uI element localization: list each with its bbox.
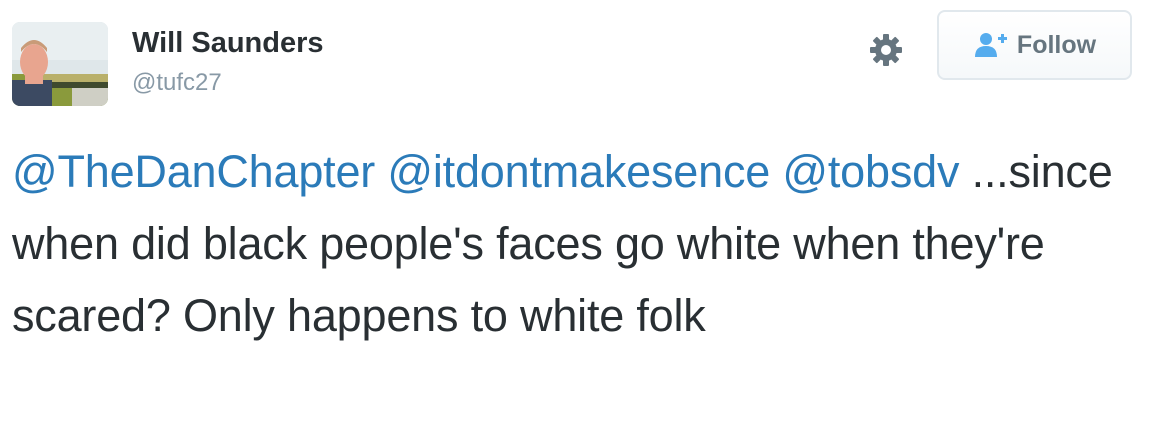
user-name[interactable]: Will Saunders bbox=[132, 26, 324, 60]
avatar[interactable] bbox=[12, 22, 108, 106]
mention-link[interactable]: @itdontmakesence bbox=[387, 146, 770, 197]
mention-link[interactable]: @tobsdv bbox=[782, 146, 959, 197]
tweet-text: @TheDanChapter @itdontmakesence @tobsdv … bbox=[12, 136, 1132, 352]
tweet-header: Will Saunders @tufc27 Follow bbox=[0, 0, 1152, 120]
gear-icon[interactable] bbox=[866, 30, 906, 70]
follow-button[interactable]: Follow bbox=[937, 10, 1132, 80]
add-user-icon bbox=[973, 31, 1009, 59]
mention-link[interactable]: @TheDanChapter bbox=[12, 146, 375, 197]
avatar-photo bbox=[12, 22, 108, 106]
user-handle[interactable]: @tufc27 bbox=[132, 68, 222, 98]
follow-label: Follow bbox=[1016, 31, 1097, 59]
